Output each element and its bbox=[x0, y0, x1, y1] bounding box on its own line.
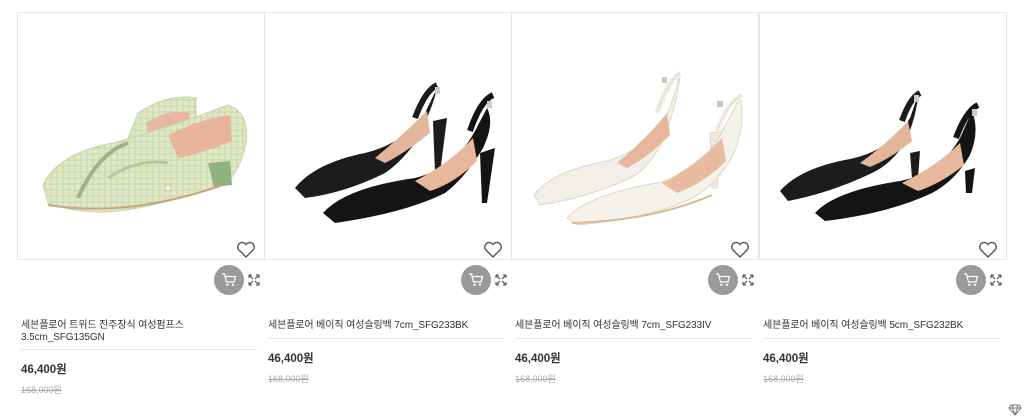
original-price: 168,000원 bbox=[21, 385, 62, 395]
product-image bbox=[780, 90, 980, 221]
product-name[interactable]: 세븐플로어 베이직 여성슬링백 5cm_SFG232BK bbox=[763, 320, 999, 332]
cart-icon bbox=[716, 273, 731, 286]
original-price: 168,000원 bbox=[763, 374, 804, 384]
cart-icon bbox=[222, 273, 237, 286]
product-name[interactable]: 세븐플로어 베이직 여성슬링백 7cm_SFG233BK bbox=[268, 320, 504, 332]
add-to-cart-button[interactable] bbox=[708, 265, 738, 295]
product-image bbox=[295, 82, 495, 223]
sale-price: 46,400원 bbox=[21, 364, 67, 376]
divider bbox=[515, 338, 751, 339]
product-grid: 세븐플로어 트위드 진주장식 여성펌프스 3.5cm_SFG135GN 46,4… bbox=[17, 12, 1007, 412]
expand-icon[interactable] bbox=[990, 274, 1002, 286]
divider bbox=[21, 349, 257, 350]
product-image-link[interactable] bbox=[759, 12, 1007, 260]
product-image-link[interactable] bbox=[264, 12, 512, 260]
add-to-cart-button[interactable] bbox=[214, 265, 244, 295]
heart-icon[interactable] bbox=[236, 241, 256, 259]
cart-icon bbox=[469, 273, 484, 286]
product-name[interactable]: 세븐플로어 베이직 여성슬링백 7cm_SFG233IV bbox=[515, 320, 751, 332]
add-to-cart-button[interactable] bbox=[956, 265, 986, 295]
heart-icon[interactable] bbox=[978, 241, 998, 259]
cart-icon bbox=[964, 273, 979, 286]
expand-icon[interactable] bbox=[742, 274, 754, 286]
add-to-cart-button[interactable] bbox=[461, 265, 491, 295]
product-image-link[interactable] bbox=[511, 12, 759, 260]
divider bbox=[268, 338, 504, 339]
product-card: 세븐플로어 베이직 여성슬링백 7cm_SFG233BK 46,400원 168… bbox=[264, 12, 512, 412]
product-card: 세븐플로어 베이직 여성슬링백 7cm_SFG233IV 46,400원 168… bbox=[511, 12, 759, 412]
diamond-icon[interactable] bbox=[1008, 404, 1022, 416]
product-image bbox=[533, 70, 744, 226]
sale-price: 46,400원 bbox=[268, 353, 314, 365]
product-image-link[interactable] bbox=[17, 12, 265, 260]
original-price: 168,000원 bbox=[515, 374, 556, 384]
sale-price: 46,400원 bbox=[763, 353, 809, 365]
expand-icon[interactable] bbox=[495, 274, 507, 286]
divider bbox=[763, 338, 999, 339]
product-image bbox=[42, 96, 248, 213]
heart-icon[interactable] bbox=[730, 241, 750, 259]
expand-icon[interactable] bbox=[248, 274, 260, 286]
original-price: 168,000원 bbox=[268, 374, 309, 384]
product-name[interactable]: 세븐플로어 트위드 진주장식 여성펌프스 3.5cm_SFG135GN bbox=[21, 320, 257, 344]
sale-price: 46,400원 bbox=[515, 353, 561, 365]
product-card: 세븐플로어 트위드 진주장식 여성펌프스 3.5cm_SFG135GN 46,4… bbox=[17, 12, 265, 412]
product-card: 세븐플로어 베이직 여성슬링백 5cm_SFG232BK 46,400원 168… bbox=[759, 12, 1007, 412]
heart-icon[interactable] bbox=[483, 241, 503, 259]
